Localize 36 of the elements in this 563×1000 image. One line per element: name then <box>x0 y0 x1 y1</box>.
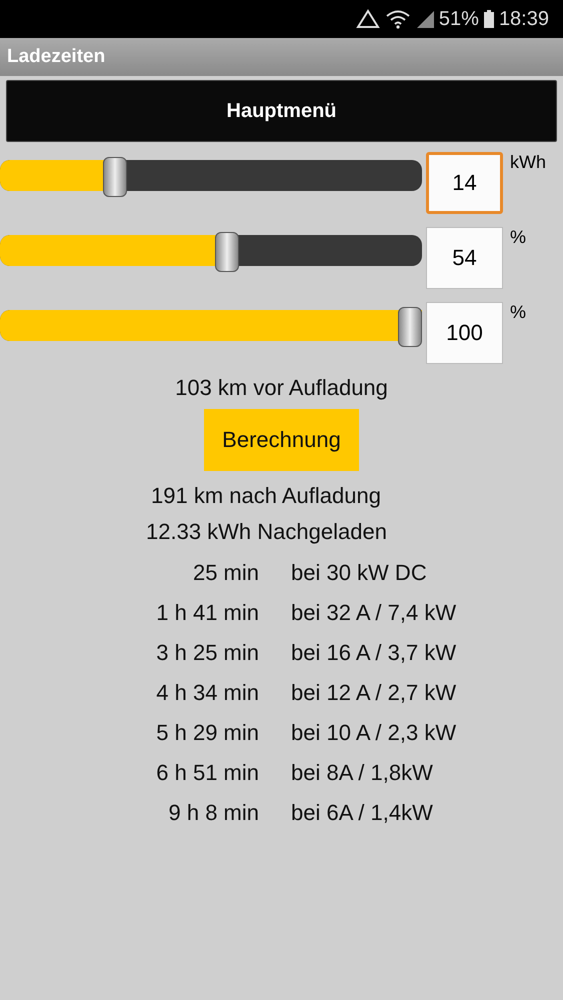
power-text: bei 6A / 1,4kW <box>291 800 433 826</box>
slider[interactable] <box>0 156 422 196</box>
input-field[interactable]: 100 <box>426 302 503 364</box>
duration-text: 25 min <box>192 560 259 586</box>
range-before-text: 103 km vor Aufladung <box>174 375 389 401</box>
main-menu-button[interactable]: Hauptmenü <box>6 80 557 142</box>
unit-label: % <box>510 227 526 248</box>
battery-icon <box>482 9 495 29</box>
duration-text: 9 h 8 min <box>168 800 259 826</box>
duration-text: 1 h 41 min <box>155 600 259 626</box>
wifi-icon <box>384 9 411 29</box>
slider-thumb[interactable] <box>398 307 422 347</box>
battery-percent: 51% <box>438 8 479 30</box>
duration-text: 3 h 25 min <box>155 640 259 666</box>
unit-label: % <box>510 302 526 323</box>
power-text: bei 12 A / 2,7 kW <box>291 680 456 706</box>
power-text: bei 30 kW DC <box>291 560 427 586</box>
power-text: bei 32 A / 7,4 kW <box>291 600 456 626</box>
clock: 18:39 <box>498 8 549 30</box>
window-title: Ladezeiten <box>7 46 106 68</box>
slider[interactable] <box>0 231 422 271</box>
signal-icon <box>414 9 435 29</box>
range-after-text: 191 km nach Aufladung <box>150 483 382 509</box>
slider-thumb[interactable] <box>214 232 239 272</box>
slider-thumb[interactable] <box>103 157 128 197</box>
power-text: bei 16 A / 3,7 kW <box>291 640 456 666</box>
duration-text: 4 h 34 min <box>155 680 259 706</box>
input-field[interactable]: 54 <box>426 227 503 289</box>
energy-text: 12.33 kWh Nachgeladen <box>145 519 388 545</box>
duration-text: 5 h 29 min <box>155 720 259 746</box>
duration-text: 6 h 51 min <box>155 760 259 786</box>
power-text: bei 10 A / 2,3 kW <box>291 720 456 746</box>
unit-label: kWh <box>510 152 546 173</box>
input-field[interactable]: 14 <box>426 152 503 214</box>
power-text: bei 8A / 1,8kW <box>291 760 433 786</box>
calculate-button[interactable]: Berechnung <box>204 409 359 471</box>
